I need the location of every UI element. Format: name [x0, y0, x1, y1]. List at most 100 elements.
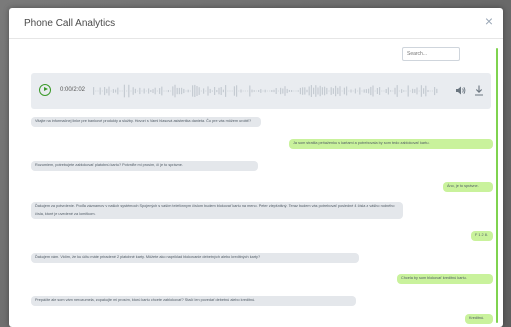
- waveform-bar: [359, 87, 361, 95]
- waveform-bar: [156, 90, 158, 92]
- playback-time: 0:00/2:02: [60, 87, 86, 93]
- waveform-bar: [145, 90, 147, 92]
- waveform-bar: [203, 88, 205, 94]
- waveform-bar: [249, 85, 251, 97]
- waveform-bar: [429, 90, 431, 92]
- volume-icon[interactable]: [456, 86, 466, 95]
- waveform-bar: [297, 90, 299, 92]
- waveform-bar: [220, 87, 222, 95]
- waveform-bar: [242, 90, 244, 92]
- waveform-bar: [229, 90, 231, 92]
- waveform-bar: [414, 89, 416, 93]
- waveform-bar: [313, 87, 315, 95]
- search-input[interactable]: [402, 47, 460, 61]
- waveform-bar: [141, 90, 143, 92]
- waveform-bar: [372, 85, 374, 97]
- play-circle-icon[interactable]: [39, 84, 51, 96]
- transcript: Vitajte na informačnej linke pre bankové…: [31, 116, 493, 327]
- waveform-bar: [200, 90, 202, 92]
- caller-message: Áno, je to správne.: [443, 182, 493, 192]
- waveform-bar: [121, 90, 123, 92]
- waveform-bar: [328, 90, 330, 92]
- waveform-bar: [161, 86, 163, 96]
- waveform-bar: [251, 89, 253, 93]
- agent-message: Vitajte na informačnej linke pre bankové…: [31, 117, 261, 127]
- waveform-bar: [310, 85, 312, 97]
- waveform-bar: [264, 89, 266, 93]
- waveform-bar: [143, 88, 145, 94]
- waveform-bar: [115, 89, 117, 93]
- waveform-bar: [240, 89, 242, 93]
- waveform-bar: [128, 84, 130, 98]
- waveform-bar: [132, 87, 134, 95]
- waveform-bar: [266, 90, 268, 92]
- waveform-bar: [407, 85, 409, 97]
- waveform-bar: [137, 90, 139, 92]
- waveform-bar: [317, 87, 319, 95]
- waveform-bar: [112, 89, 114, 93]
- waveform-bar: [352, 90, 354, 92]
- waveform-bar: [269, 90, 271, 92]
- waveform-bar: [152, 89, 154, 93]
- waveform-bar: [357, 90, 359, 92]
- waveform-bar: [308, 86, 310, 96]
- waveform-bar: [214, 87, 216, 95]
- waveform-bar: [398, 90, 400, 92]
- waveform-bar: [315, 85, 317, 97]
- waveform-bar: [196, 86, 198, 96]
- waveform-bar: [260, 89, 262, 93]
- waveform-bar: [154, 87, 156, 95]
- waveform-bar: [381, 90, 383, 92]
- waveform-bar: [330, 87, 332, 95]
- waveform-bar: [304, 87, 306, 95]
- waveform-bar: [123, 84, 125, 98]
- waveform-bar: [222, 89, 224, 93]
- waveform-bar: [370, 86, 372, 96]
- waveform-bar: [176, 87, 178, 95]
- waveform-bar: [423, 88, 425, 94]
- waveform-bar: [405, 90, 407, 92]
- waveform-bar: [302, 87, 304, 95]
- waveform-bar: [295, 90, 297, 92]
- waveform-bar: [130, 90, 132, 92]
- waveform-bar: [291, 90, 293, 92]
- waveform-bar: [181, 87, 183, 95]
- waveform-bar: [348, 90, 350, 92]
- waveform-bar: [209, 88, 211, 94]
- waveform-bar: [436, 88, 438, 94]
- waveform-bar: [335, 85, 337, 97]
- waveform-bar: [392, 90, 394, 92]
- caller-message: F 1 2 8.: [471, 231, 493, 241]
- waveform-bar: [385, 89, 387, 93]
- waveform-bar: [403, 90, 405, 92]
- caller-message: Chcela by som blokovať kreditnú kartu.: [397, 274, 493, 284]
- waveform-bar: [288, 90, 290, 92]
- close-icon[interactable]: ×: [485, 14, 493, 28]
- waveform-bar: [218, 87, 220, 95]
- waveform-bar: [306, 89, 308, 93]
- waveform-bar: [341, 90, 343, 92]
- waveform-seek-bar[interactable]: [93, 83, 438, 99]
- agent-message: Prepáčte ale som vám nerozumela, zopakuj…: [31, 296, 356, 306]
- agent-message: Ďakujem za potvrdenie. Podľa záznamov v …: [31, 202, 403, 219]
- waveform-bar: [211, 90, 213, 92]
- waveform-bar: [431, 90, 433, 92]
- waveform-bar: [277, 90, 279, 92]
- waveform-bar: [104, 87, 106, 96]
- waveform-bar: [207, 86, 209, 96]
- waveform-bar: [275, 88, 277, 94]
- waveform-bar: [198, 87, 200, 95]
- waveform-bar: [374, 90, 376, 92]
- waveform-bar: [390, 90, 392, 92]
- transcript-scrollbar[interactable]: [496, 48, 498, 323]
- waveform-bar: [236, 85, 238, 97]
- waveform-bar: [284, 86, 286, 96]
- waveform-bar: [350, 89, 352, 93]
- waveform-bar: [361, 90, 363, 92]
- waveform-bar: [97, 90, 99, 92]
- phone-call-analytics-modal: Phone Call Analytics × 0:00/2:02 Vitajte…: [9, 8, 503, 327]
- download-icon[interactable]: [474, 85, 484, 96]
- modal-title: Phone Call Analytics: [24, 18, 116, 29]
- waveform-bar: [101, 90, 103, 92]
- waveform-bar: [231, 90, 233, 92]
